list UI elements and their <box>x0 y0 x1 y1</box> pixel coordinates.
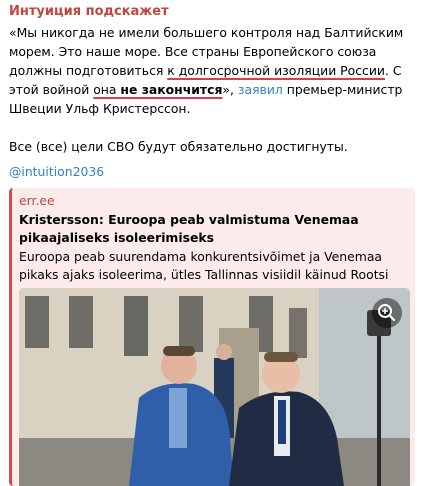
text-segment: », <box>222 82 238 97</box>
preview-site-name: err.ee <box>19 193 55 208</box>
channel-mention-link[interactable]: @intuition2036 <box>9 164 104 179</box>
message-text: «Мы никогда не имели большего контроля н… <box>9 23 414 156</box>
preview-title: Kristersson: Euroopa peab valmistuma Ven… <box>19 212 359 245</box>
message-bubble: Интуиция подскажет «Мы никогда не имели … <box>0 0 428 486</box>
underlined-phrase: она не закончится <box>93 82 222 97</box>
underlined-phrase: к долгосрочной изоляции России <box>167 63 385 78</box>
paragraph-quote: «Мы никогда не имели большего контроля н… <box>9 23 414 118</box>
zoom-in-button[interactable] <box>372 298 402 328</box>
photo-illustration <box>19 288 410 486</box>
sender-name[interactable]: Интуиция подскажет <box>9 4 169 19</box>
preview-image[interactable] <box>19 288 410 486</box>
bold-phrase: не закончится <box>120 82 223 97</box>
source-link[interactable]: заявил <box>238 82 283 97</box>
paragraph-comment: Все (все) цели СВО будут обязательно дос… <box>9 139 348 154</box>
zoom-in-icon <box>378 304 396 322</box>
link-preview[interactable]: err.ee Kristersson: Euroopa peab valmist… <box>9 188 415 486</box>
text-segment: она <box>93 82 121 97</box>
